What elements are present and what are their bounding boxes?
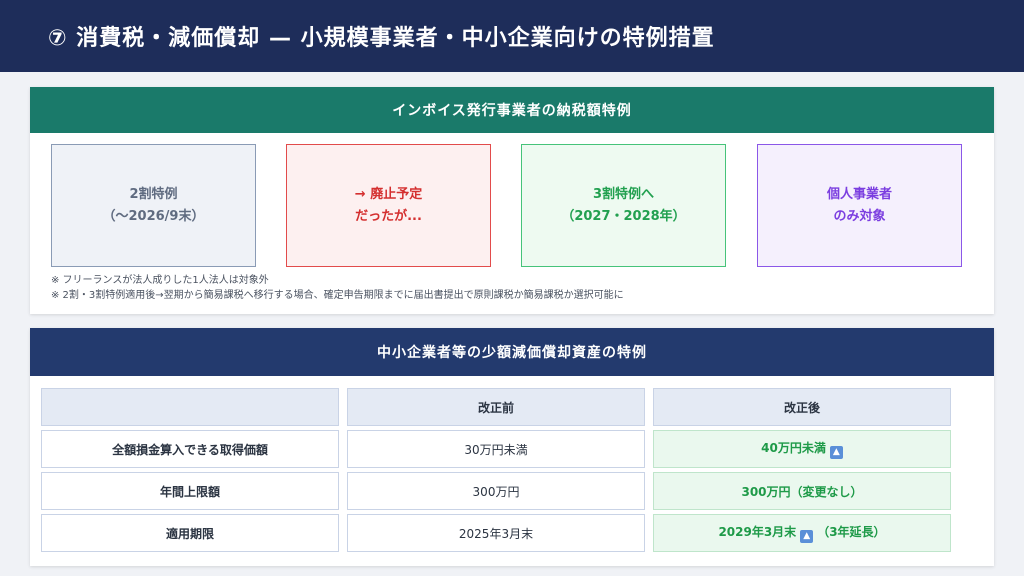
header-cell-empty — [41, 388, 339, 426]
depreciation-panel-title: 中小企業者等の少額減価償却資産の特例 — [30, 328, 994, 376]
row-before: 300万円 — [347, 472, 645, 510]
header-cell-after: 改正後 — [653, 388, 951, 426]
row-after: 300万円（変更なし） — [653, 472, 951, 510]
box-kojin-jigyosha: 個人事業者 のみ対象 — [757, 144, 962, 267]
invoice-panel-title: インボイス発行事業者の納税額特例 — [30, 87, 994, 133]
row-after-value: 300万円（変更なし） — [741, 484, 863, 499]
note-line: ※ 2割・3割特例適用後→翌期から簡易課税へ移行する場合、確定申告期限までに届出… — [51, 290, 624, 301]
table-row: 年間上限額 300万円 300万円（変更なし） — [41, 472, 951, 510]
box-line2: （〜2026/9末） — [102, 208, 205, 224]
row-before: 2025年3月末 — [347, 514, 645, 552]
box-line2: だったが... — [355, 208, 422, 224]
box-line1: 個人事業者 — [826, 186, 892, 202]
up-arrow-icon: ▲ — [829, 446, 843, 459]
box-line1: → 廃止予定 — [354, 186, 423, 202]
row-label: 適用期限 — [41, 514, 339, 552]
note-line: ※ フリーランスが法人成りした1人法人は対象外 — [51, 275, 269, 286]
row-after: 2029年3月末 ▲ （3年延長） — [653, 514, 951, 552]
box-line1: 2割特例 — [129, 186, 178, 202]
invoice-notes: ※ フリーランスが法人成りした1人法人は対象外 ※ 2割・3割特例適用後→翌期か… — [51, 273, 624, 303]
up-arrow-icon: ▲ — [800, 530, 814, 543]
table-row: 全額損金算入できる取得価額 30万円未満 40万円未満 ▲ — [41, 430, 951, 468]
comparison-table: 改正前 改正後 全額損金算入できる取得価額 30万円未満 40万円未満 ▲ 年間上… — [33, 384, 959, 556]
box-3wari-tokurei: 3割特例へ （2027・2028年） — [521, 144, 726, 267]
row-after-value: 40万円未満 — [761, 441, 826, 455]
box-line1: 3割特例へ — [592, 186, 655, 202]
box-2wari-tokurei: 2割特例 （〜2026/9末） — [51, 144, 256, 267]
box-haishi-yotei: → 廃止予定 だったが... — [286, 144, 491, 267]
table-header-row: 改正前 改正後 — [41, 388, 951, 426]
row-after-value: 2029年3月末 — [718, 525, 797, 539]
row-before: 30万円未満 — [347, 430, 645, 468]
row-after: 40万円未満 ▲ — [653, 430, 951, 468]
row-label: 年間上限額 — [41, 472, 339, 510]
invoice-panel: インボイス発行事業者の納税額特例 2割特例 （〜2026/9末） → 廃止予定 … — [30, 87, 994, 314]
page-title: ⑦ 消費税・減価償却 — 小規模事業者・中小企業向けの特例措置 — [0, 0, 1024, 72]
box-line2: のみ対象 — [833, 208, 886, 224]
invoice-flow: 2割特例 （〜2026/9末） → 廃止予定 だったが... 3割特例へ （20… — [51, 144, 964, 267]
depreciation-panel: 中小企業者等の少額減価償却資産の特例 改正前 改正後 全額損金算入できる取得価額… — [30, 328, 994, 566]
row-label: 全額損金算入できる取得価額 — [41, 430, 339, 468]
row-after-note: （3年延長） — [817, 525, 886, 539]
table-row: 適用期限 2025年3月末 2029年3月末 ▲ （3年延長） — [41, 514, 951, 552]
header-cell-before: 改正前 — [347, 388, 645, 426]
box-line2: （2027・2028年） — [561, 208, 686, 224]
